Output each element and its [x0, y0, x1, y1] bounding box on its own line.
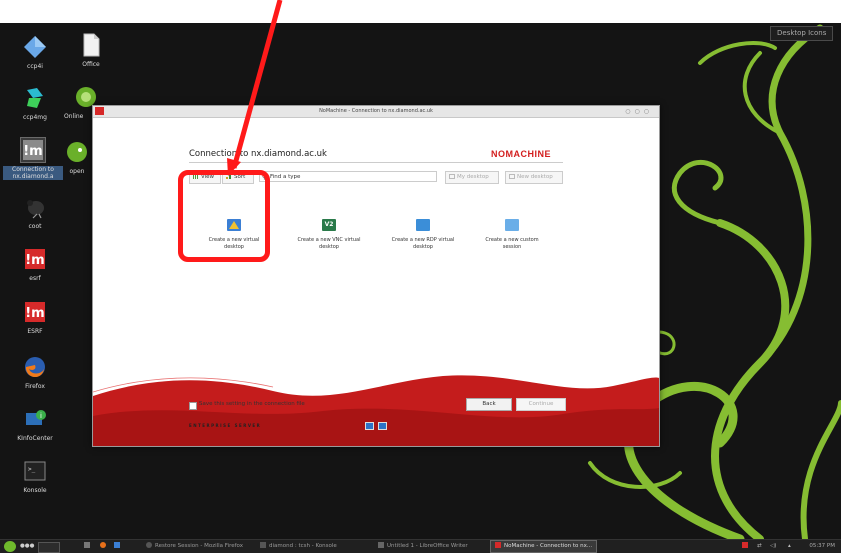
maximize-icon[interactable]: ○	[635, 108, 644, 115]
back-button[interactable]: Back	[466, 398, 512, 411]
desktop-icon-konsole[interactable]: >_ Konsole	[5, 459, 65, 494]
nomachine-window: NoMachine - Connection to nx.diamond.ac.…	[92, 105, 660, 447]
svg-text:!m: !m	[25, 306, 44, 321]
window-title: NoMachine - Connection to nx.diamond.ac.…	[319, 108, 433, 114]
coot-icon	[23, 195, 47, 219]
tray-volume-icon[interactable]: ◁)	[770, 540, 776, 553]
desktop-icon-firefox[interactable]: Firefox	[5, 355, 65, 390]
desktop-icons-label: Desktop Icons	[777, 29, 827, 37]
desktop-icon-coot[interactable]: coot	[5, 195, 65, 230]
svg-text:i: i	[40, 412, 42, 420]
task-konsole[interactable]: diamond : tcsh - Konsole	[260, 540, 337, 553]
taskbar: ●●● Restore Session - Mozilla Firefox di…	[0, 539, 841, 553]
desktop-pager[interactable]	[38, 542, 60, 553]
clock: 05:37 PM	[809, 543, 835, 549]
desktop-icon-kinfocenter[interactable]: i KInfoCenter	[5, 407, 65, 442]
svg-text:!m: !m	[23, 144, 42, 159]
annotation-highlight-box	[178, 170, 270, 262]
continue-button[interactable]: Continue	[516, 398, 566, 411]
desktop-icon-esrf-lower[interactable]: !m esrf	[5, 247, 65, 282]
document-icon	[79, 33, 103, 57]
tray-expand-icon[interactable]: ▴	[788, 540, 791, 553]
monitor-icon	[449, 173, 455, 179]
kinfocenter-icon: i	[23, 407, 47, 431]
quicklaunch-terminal-icon[interactable]	[84, 540, 93, 553]
find-placeholder: Find a type	[270, 174, 301, 180]
nomachine-icon: !m	[23, 300, 47, 324]
nomachine-icon: !m	[23, 247, 47, 271]
minimize-icon[interactable]: ○	[625, 108, 634, 115]
task-firefox[interactable]: Restore Session - Mozilla Firefox	[146, 540, 243, 553]
enterprise-server-label: ENTERPRISE SERVER	[189, 423, 262, 428]
firefox-icon	[23, 355, 47, 379]
connection-heading: Connection to nx.diamond.ac.uk	[189, 149, 327, 159]
opensuse-icon	[65, 140, 89, 164]
nomachine-icon: !m	[20, 137, 46, 163]
new-desktop-icon	[509, 173, 515, 179]
nomachine-logo: NOMACHINE	[491, 149, 551, 159]
save-setting-label: Save this setting in the connection file	[199, 401, 305, 407]
window-titlebar[interactable]: NoMachine - Connection to nx.diamond.ac.…	[93, 106, 659, 118]
terminal-icon: >_	[23, 459, 47, 483]
svg-text:!m: !m	[25, 253, 44, 268]
pager-dots: ●●●	[20, 543, 35, 549]
option-vnc-desktop[interactable]: V2 Create a new VNC virtual desktop	[294, 219, 364, 250]
ccp4i-icon	[23, 35, 47, 59]
desktop-icons-button[interactable]: Desktop Icons	[770, 26, 834, 41]
close-icon[interactable]: ○	[644, 108, 653, 115]
task-nomachine[interactable]: NoMachine - Connection to nx...	[490, 540, 598, 553]
tray-network-icon[interactable]: ⇄	[757, 540, 762, 553]
desktop-icon-office[interactable]: Office	[61, 33, 121, 68]
ccp4mg-icon	[23, 86, 47, 110]
tray-nomachine-icon[interactable]	[742, 540, 751, 553]
desktop-icon-opensuse[interactable]: open	[60, 140, 94, 175]
my-desktop-button[interactable]: My desktop	[445, 171, 499, 184]
red-wave-footer	[93, 375, 659, 446]
desktop-icon-ccp4i[interactable]: ccp4i	[5, 35, 65, 70]
option-rdp-desktop[interactable]: Create a new RDP virtual desktop	[388, 219, 458, 250]
quicklaunch-firefox-icon[interactable]	[100, 540, 109, 553]
application-menu-icon[interactable]	[4, 541, 16, 552]
vnc-icon: V2	[322, 219, 336, 231]
screen-icon	[365, 422, 374, 430]
rdp-icon	[416, 219, 430, 231]
divider	[189, 162, 563, 163]
desktop-icon-esrf[interactable]: !m ESRF	[5, 300, 65, 335]
nomachine-app-icon	[95, 107, 104, 115]
desktop-icon-connection[interactable]: !m Connection to nx.diamond.a	[3, 137, 63, 180]
task-libreoffice[interactable]: Untitled 1 - LibreOffice Writer	[378, 540, 468, 553]
desktop: Desktop Icons ccp4i ccp4mg !m Connection…	[0, 23, 841, 552]
option-custom-session[interactable]: Create a new custom session	[477, 219, 547, 250]
custom-session-icon	[505, 219, 519, 231]
save-setting-checkbox[interactable]	[189, 402, 197, 410]
quicklaunch-files-icon[interactable]	[114, 540, 123, 553]
find-input[interactable]: ⚲ Find a type	[259, 171, 437, 182]
screen-icon	[378, 422, 387, 430]
new-desktop-button[interactable]: New desktop	[505, 171, 563, 184]
svg-text:>_: >_	[28, 466, 36, 473]
